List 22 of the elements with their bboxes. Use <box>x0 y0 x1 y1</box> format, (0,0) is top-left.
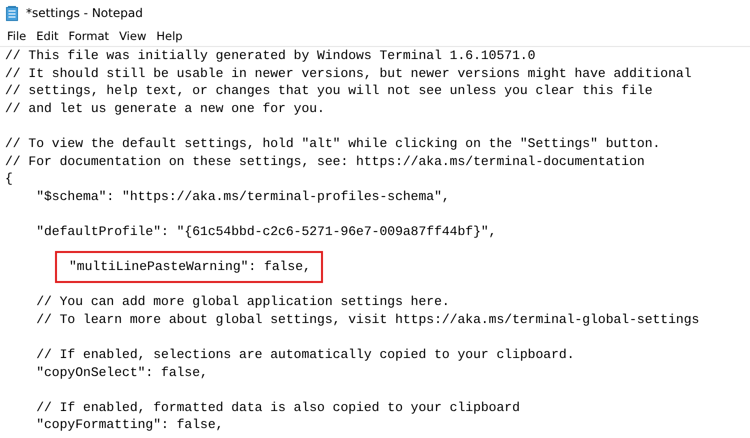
code-line: // You can add more global application settings here. <box>35 293 451 311</box>
menu-item[interactable]: View <box>114 27 152 45</box>
menu-item[interactable]: File <box>2 27 32 45</box>
menu-item[interactable]: Edit <box>31 27 64 45</box>
code-line: { <box>5 170 14 188</box>
code-line: // This file was initially generated by Windows Terminal 1.6.10571.0 <box>5 47 536 65</box>
code-line: // If enabled, selections are automatically copied to your clipboard. <box>35 346 576 364</box>
code-line: // settings, help text, or changes that you will not see unless you clear this file <box>5 82 654 100</box>
code-line: // If enabled, formatted data is also copied to your clipboard <box>35 398 521 416</box>
code-line: // and let us generate a new one for you. <box>5 100 326 118</box>
menu-item[interactable]: Format <box>64 27 114 45</box>
code-line: // To view the default settings, hold "alt" while clicking on the "Settings" button. <box>5 134 662 153</box>
code-line: // It should still be usable in newer versions, but newer versions might have additional <box>5 64 693 82</box>
code-line: // For documentation on these settings, see: https://aka.ms/terminal-documentation <box>5 152 646 170</box>
notepad-icon <box>6 6 18 20</box>
code-line: // To learn more about global settings, visit https://aka.ms/terminal-global-settings <box>35 310 700 328</box>
code-line: "$schema": "https://aka.ms/terminal-profiles-schema", <box>35 188 451 206</box>
menu-item[interactable]: Help <box>151 27 188 45</box>
code-line: "defaultProfile": "{61c54bbd-c2c6-5271-96e7-009a87ff44bf}", <box>35 222 498 241</box>
code-line: "copyFormatting": false, <box>35 416 224 434</box>
window-title: *settings - Notepad <box>26 6 143 20</box>
code-line: "copyOnSelect": false, <box>35 364 209 382</box>
